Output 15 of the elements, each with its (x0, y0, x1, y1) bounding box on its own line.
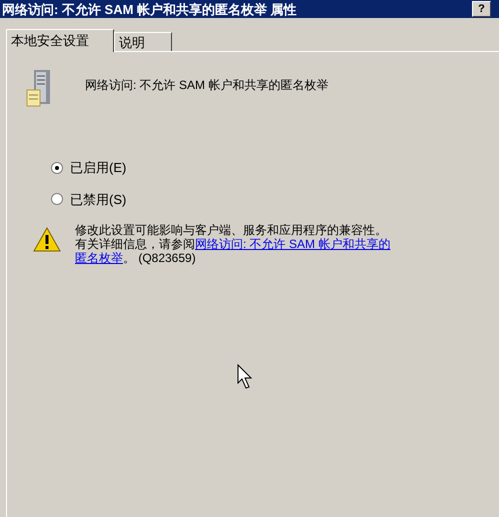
help-link[interactable]: 网络访问: 不允许 SAM 帐户和共享的 (195, 237, 390, 251)
tab[interactable]: 说明 (114, 32, 172, 51)
tab[interactable]: 本地安全设置 (6, 29, 114, 52)
help-button[interactable]: ? (472, 1, 491, 17)
mouse-cursor-icon (237, 364, 253, 390)
radio-button[interactable] (51, 162, 63, 174)
window-title: 网络访问: 不允许 SAM 帐户和共享的匿名枚举 属性 (2, 2, 297, 16)
policy-name: 网络访问: 不允许 SAM 帐户和共享的匿名枚举 (85, 77, 328, 94)
warning-text: 修改此设置可能影响与客户端、服务和应用程序的兼容性。 有关详细信息，请参阅网络访问: 不允许 SAM 帐户和共享的 匿名枚举。 (Q823659) (75, 223, 390, 265)
radio-label[interactable]: 已禁用(S) (70, 190, 126, 209)
help-link[interactable]: 匿名枚举 (75, 251, 123, 265)
radio-button[interactable] (51, 193, 63, 206)
server-icon (25, 68, 53, 108)
radio-label[interactable]: 已启用(E) (70, 158, 126, 178)
warning-icon (33, 227, 61, 252)
